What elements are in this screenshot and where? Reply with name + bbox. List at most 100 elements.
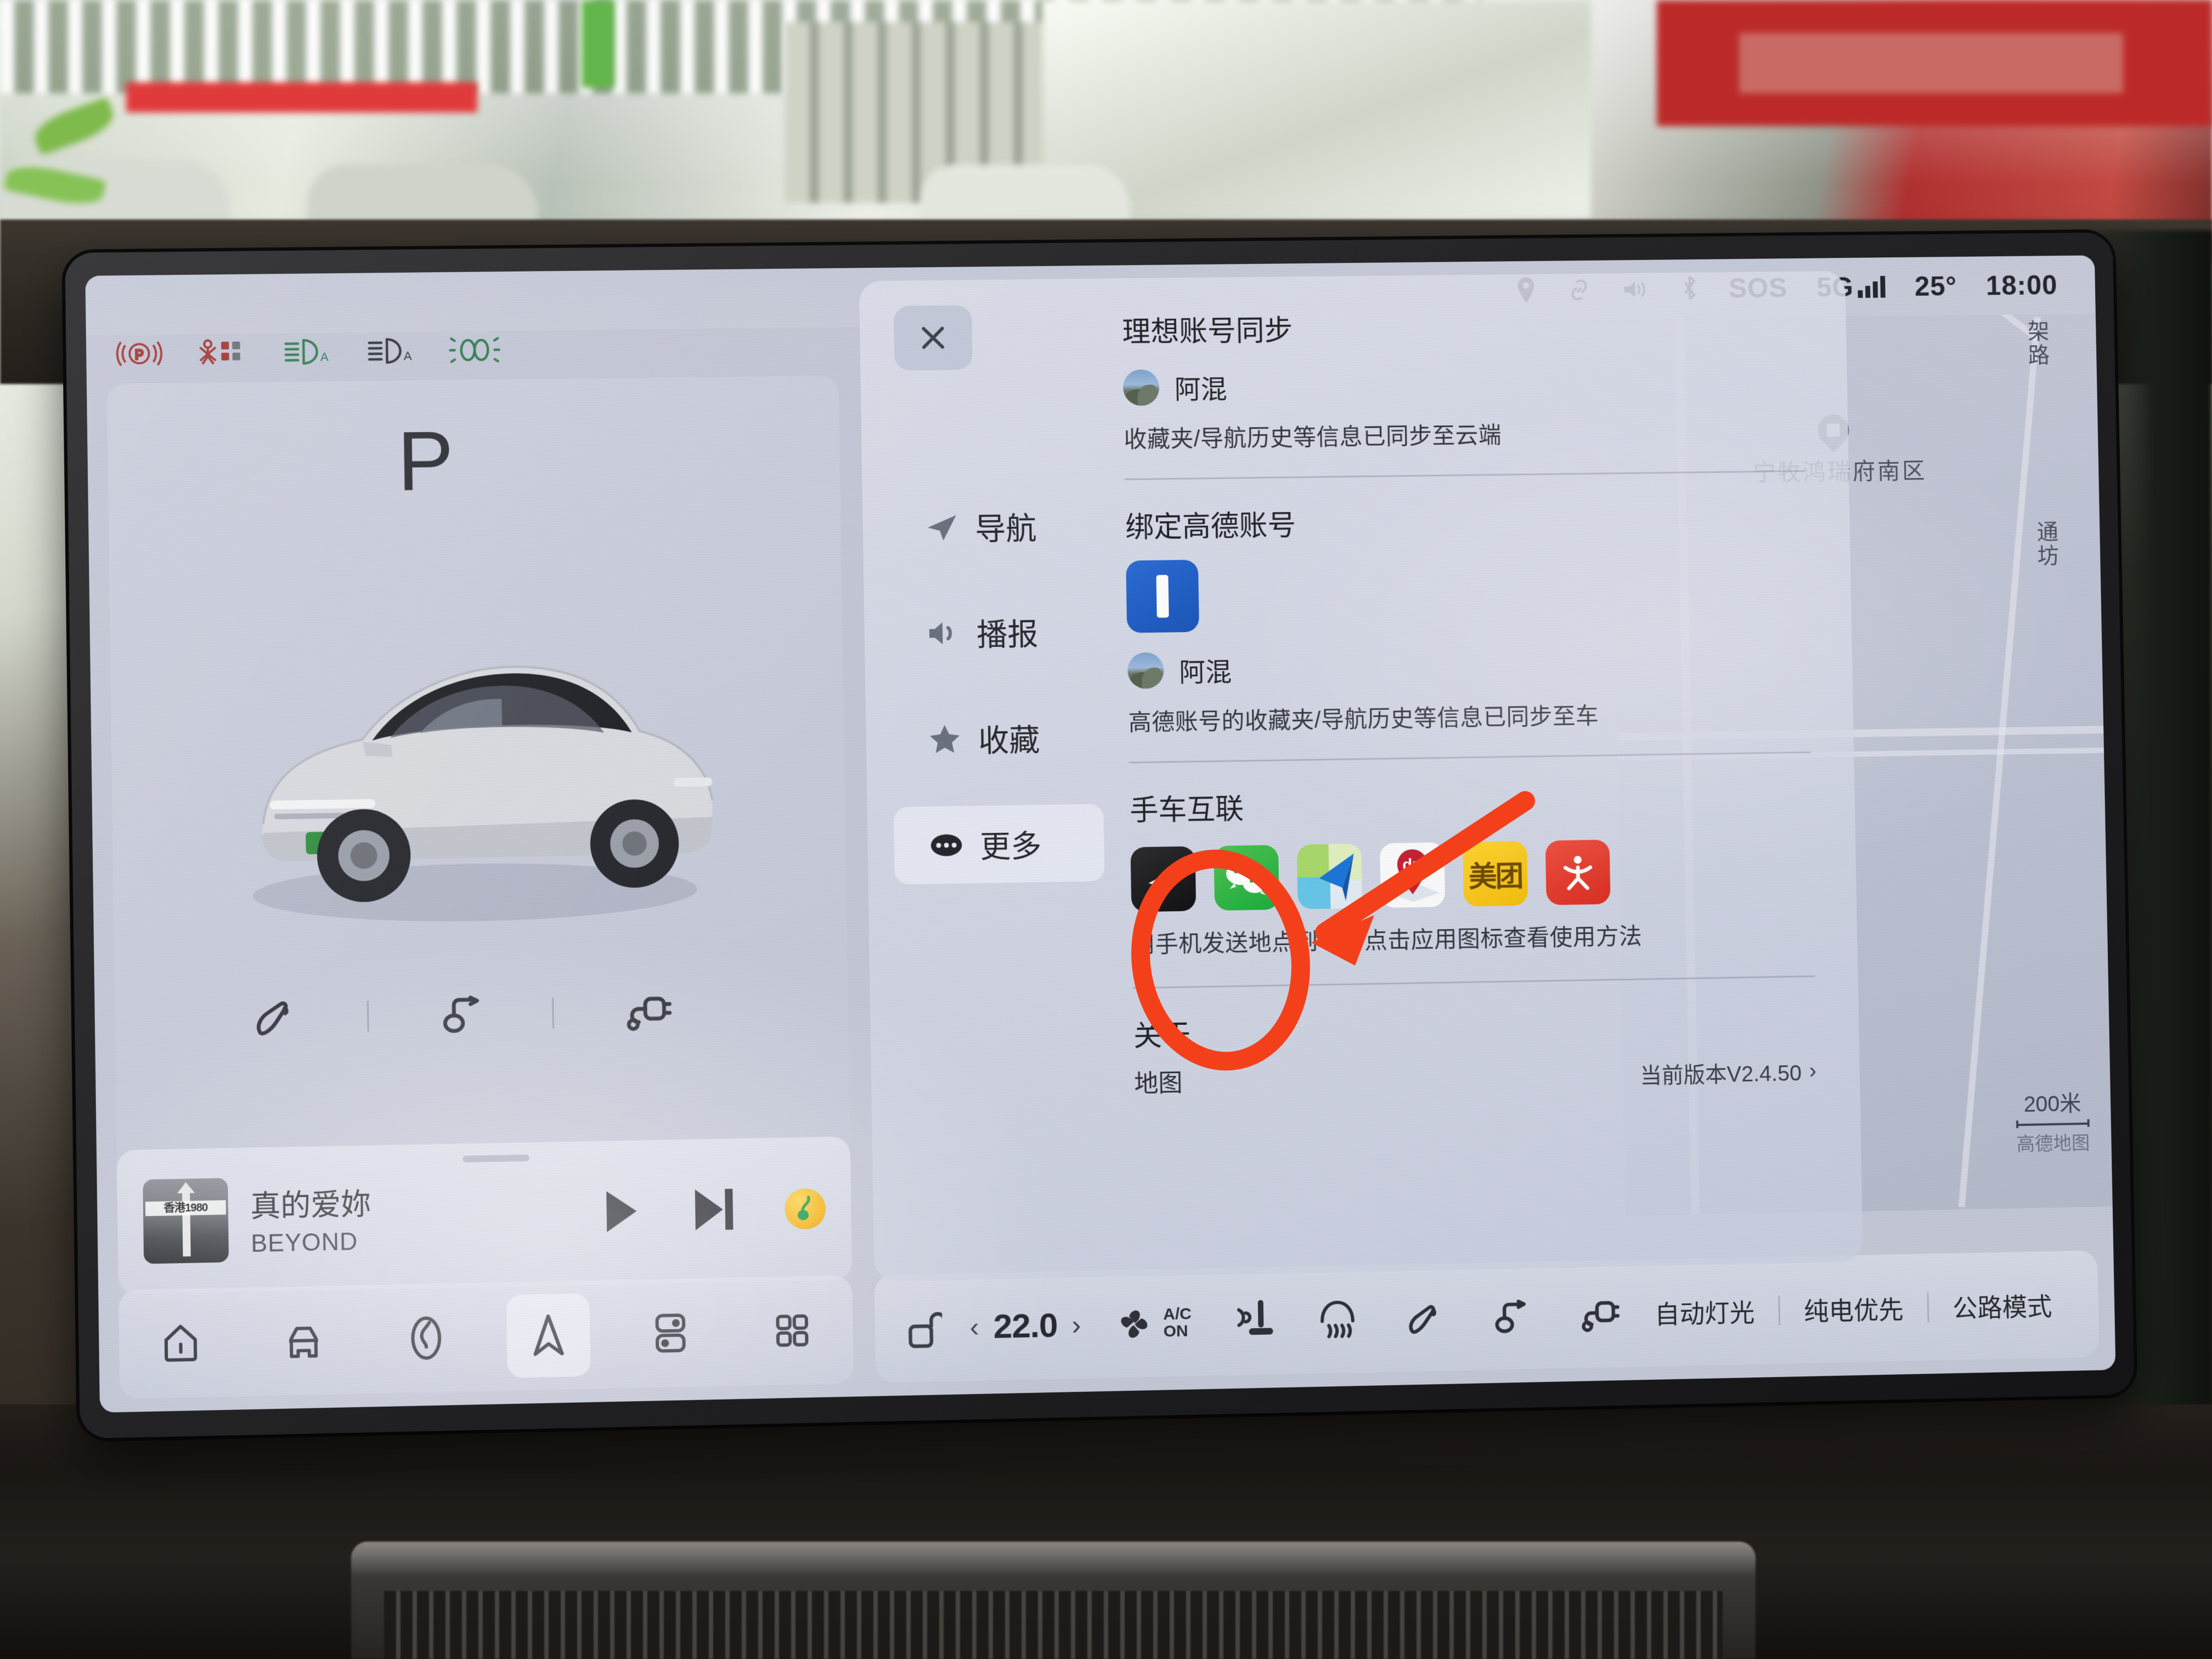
photo-background: 架路 通坊 宁牧鸿瑞府南区 200米 高德地图 <box>0 0 2212 1659</box>
avatar <box>1122 369 1160 406</box>
sidebar-item-label: 导航 <box>974 511 1037 546</box>
avatar <box>1127 652 1164 689</box>
gear-indicator: P <box>397 414 456 509</box>
account-username: 阿混 <box>1174 375 1228 405</box>
version-text: 当前版本V2.4.50 <box>1640 1061 1802 1088</box>
drag-handle[interactable] <box>462 1154 529 1163</box>
auto-high-beam-telltale: A <box>281 337 332 367</box>
seat-heater-icon[interactable] <box>1232 1298 1275 1344</box>
sidebar-item-label: 更多 <box>979 828 1042 864</box>
divider <box>1778 1295 1781 1325</box>
meituan-app-icon[interactable]: 美团 <box>1463 840 1528 907</box>
street-green-sign <box>582 0 614 88</box>
tailgate-icon[interactable] <box>433 986 488 1043</box>
about-row-label: 地图 <box>1134 1069 1183 1098</box>
charge-port-icon[interactable] <box>618 983 672 1040</box>
fuel-flap-icon[interactable] <box>1402 1295 1446 1340</box>
amap-app-icon[interactable] <box>1296 843 1363 910</box>
center-vent-grille <box>384 1591 1723 1659</box>
street-parked-car <box>922 165 1130 225</box>
signal-strength-icon <box>1858 275 1886 298</box>
map-street-label: 架路 <box>2024 319 2049 368</box>
temperature-control: ‹ 22.0 › <box>969 1305 1081 1346</box>
sidebar-item-more[interactable]: 更多 <box>893 804 1105 885</box>
clock: 18:00 <box>1985 269 2058 301</box>
ac-toggle[interactable]: A/C ON <box>1114 1302 1192 1344</box>
account-user-row[interactable]: 阿混 <box>1122 361 1804 407</box>
sidebar-item-broadcast[interactable]: 播报 <box>864 592 1102 673</box>
sidebar-item-label: 播报 <box>976 616 1039 652</box>
section-account-sync: 理想账号同步 阿混 收藏夹/导航历史等信息已同步至云端 <box>1122 302 1805 454</box>
auto-low-beam-telltale: A <box>364 336 416 366</box>
mode-road[interactable]: 公路模式 <box>1934 1286 2070 1325</box>
headlight-telltale <box>448 335 501 365</box>
divider <box>1132 975 1815 989</box>
next-track-button[interactable] <box>691 1185 737 1236</box>
temp-increase-button[interactable]: › <box>1071 1308 1081 1341</box>
temp-decrease-button[interactable]: ‹ <box>969 1311 979 1343</box>
dianping-app-icon[interactable] <box>1545 839 1611 905</box>
taskbar-item-media[interactable] <box>384 1296 469 1381</box>
tailgate-icon[interactable] <box>1489 1294 1532 1339</box>
unlock-icon[interactable] <box>904 1304 943 1352</box>
about-row[interactable]: 地图 当前版本V2.4.50 › <box>1134 1052 1816 1099</box>
map-scale-value: 200米 <box>2023 1091 2082 1117</box>
mode-ev-priority[interactable]: 纯电优先 <box>1785 1289 1922 1328</box>
mode-auto-light[interactable]: 自动灯光 <box>1636 1293 1774 1331</box>
sidebar-item-favorites[interactable]: 收藏 <box>866 698 1103 778</box>
vehicle-quick-controls <box>215 983 705 1047</box>
charge-port-icon[interactable] <box>1575 1291 1620 1336</box>
map-street-label: 通坊 <box>2033 520 2058 568</box>
section-title: 关于 <box>1133 1019 1191 1053</box>
telltale-row: P A A <box>115 334 501 369</box>
about-version[interactable]: 当前版本V2.4.50 › <box>1640 1055 1816 1090</box>
section-about: 关于 地图 当前版本V2.4.50 › <box>1133 1001 1817 1099</box>
close-button[interactable] <box>893 305 973 371</box>
map-scale-line <box>2016 1122 2090 1126</box>
taskbar-item-split-screen[interactable] <box>628 1291 713 1375</box>
display-screen: 架路 通坊 宁牧鸿瑞府南区 200米 高德地图 <box>85 255 2116 1413</box>
taskbar-item-navigation[interactable] <box>506 1293 591 1378</box>
album-art: 香港1980 <box>143 1178 229 1264</box>
ac-line-1: A/C <box>1163 1304 1192 1323</box>
amap-sync-hint: 高德账号的收藏夹/导航历史等信息已同步至车 <box>1128 703 1599 736</box>
track-artist: BEYOND <box>251 1228 358 1257</box>
display-bezel: 架路 通坊 宁牧鸿瑞府南区 200米 高德地图 <box>65 232 2135 1439</box>
fan-icon <box>1121 1310 1148 1338</box>
qq-music-icon[interactable] <box>785 1188 826 1230</box>
taskbar-item-home[interactable] <box>138 1301 223 1386</box>
sidebar-item-navigation[interactable]: 导航 <box>862 487 1100 567</box>
speaker-icon <box>926 618 961 647</box>
ac-line-2: ON <box>1163 1322 1188 1341</box>
media-player-card[interactable]: 香港1980 真的爱妳 BEYOND <box>116 1136 853 1295</box>
temperature-value: 22.0 <box>993 1306 1058 1346</box>
amap-user-row[interactable]: 阿混 <box>1127 642 1809 690</box>
vehicle-3d-model[interactable]: ABC1234 <box>193 558 753 952</box>
taskbar-item-car[interactable] <box>261 1298 346 1383</box>
media-text: 真的爱妳 BEYOND <box>250 1176 578 1258</box>
baidu-maps-app-icon[interactable]: du <box>1380 842 1446 908</box>
chevron-right-icon: › <box>1809 1058 1817 1083</box>
ac-label: A/C ON <box>1163 1304 1192 1341</box>
album-art-caption: 香港1980 <box>163 1201 208 1215</box>
li-auto-app-icon[interactable] <box>1130 846 1197 912</box>
phone-car-hint: 用手机发送地点到车，点击应用图标查看使用方法 <box>1131 923 1643 958</box>
taskbar <box>118 1275 854 1399</box>
street-banner-text <box>1739 33 2123 93</box>
section-title: 手车互联 <box>1130 793 1244 827</box>
taskbar-item-apps[interactable] <box>750 1288 834 1373</box>
play-button[interactable] <box>600 1187 642 1238</box>
svg-text:du: du <box>1402 856 1423 874</box>
fuel-flap-icon[interactable] <box>248 989 302 1046</box>
wechat-app-icon[interactable] <box>1214 845 1279 911</box>
map-provider-label: 高德地图 <box>2016 1132 2090 1155</box>
track-title: 真的爱妳 <box>250 1187 371 1223</box>
section-title: 理想账号同步 <box>1122 314 1293 348</box>
star-icon <box>928 722 962 755</box>
seatbelt-warning-telltale <box>195 337 249 368</box>
dialog-content: 理想账号同步 阿混 收藏夹/导航历史等信息已同步至云端 绑定高德账号 阿混 高德… <box>1095 271 1863 1277</box>
rear-defrost-icon[interactable] <box>1315 1296 1359 1342</box>
divider <box>552 997 555 1029</box>
section-phone-car: 手车互联 du 美团 用手机发送地点到车，点击应用图标查看使用方法 <box>1130 777 1814 960</box>
amap-logo[interactable] <box>1126 560 1199 633</box>
